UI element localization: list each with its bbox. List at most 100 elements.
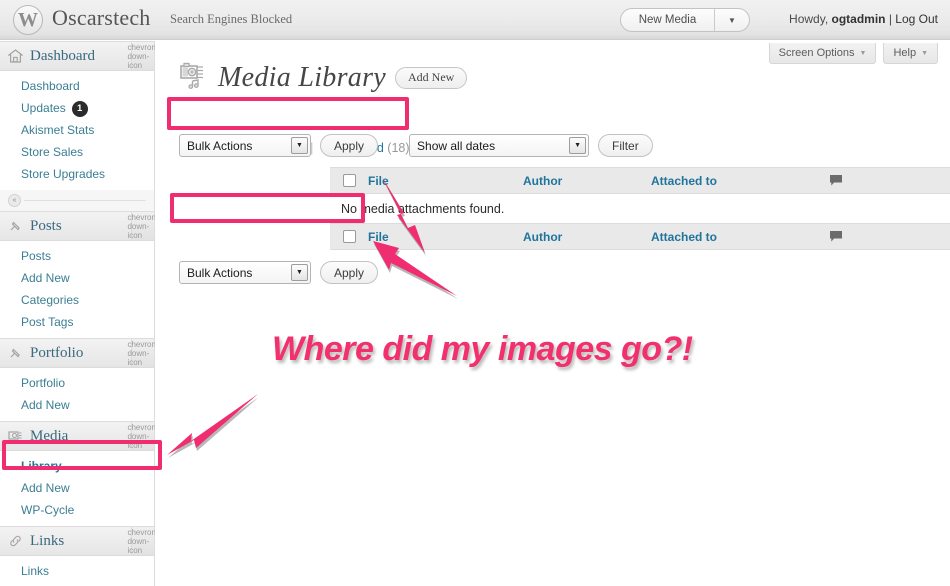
bulk-actions-select-bottom[interactable]: Bulk Actions ▼ xyxy=(179,261,311,284)
submenu-portfolio: Portfolio Add New xyxy=(0,368,155,421)
chevron-down-icon[interactable]: ▼ xyxy=(291,137,308,154)
label: Updates xyxy=(21,101,66,115)
bulk-actions-value: Bulk Actions xyxy=(187,138,253,153)
add-new-button[interactable]: Add New xyxy=(395,66,468,89)
new-media-button[interactable]: New Media ▼ xyxy=(620,8,750,32)
sidebar-item-dashboard[interactable]: Dashboard chevron-down-icon xyxy=(0,41,159,71)
sidebar-subitem-store-sales[interactable]: Store Sales xyxy=(0,141,154,163)
howdy-prefix: Howdy, xyxy=(789,12,832,26)
help-tab[interactable]: Help ▼ xyxy=(883,43,938,64)
chevron-down-icon[interactable]: ▼ xyxy=(569,137,587,154)
date-filter-select[interactable]: Show all dates ▼ xyxy=(409,134,590,157)
sidebar-subitem-library[interactable]: Library xyxy=(0,455,154,477)
sidebar-subitem-portfolio[interactable]: Portfolio xyxy=(0,372,154,394)
chevron-down-icon[interactable]: ▼ xyxy=(291,264,308,281)
column-footer-attached-to[interactable]: Attached to xyxy=(651,230,829,244)
chevron-down-icon[interactable]: ▼ xyxy=(715,16,749,25)
label: Akismet Stats xyxy=(21,123,95,137)
apply-button-top[interactable]: Apply xyxy=(320,134,379,157)
collapse-menu-row[interactable]: « xyxy=(0,190,155,211)
column-header-attached-to[interactable]: Attached to xyxy=(651,174,829,188)
portfolio-pin-icon xyxy=(0,346,30,360)
screen-options-tab[interactable]: Screen Options ▼ xyxy=(768,43,877,64)
chevron-down-icon: ▼ xyxy=(859,49,867,57)
column-header-author[interactable]: Author xyxy=(523,174,651,188)
menu-group-portfolio: Portfolio chevron-down-icon Portfolio Ad… xyxy=(0,338,159,421)
empty-message-row: No media attachments found. xyxy=(330,195,950,223)
howdy-separator: | xyxy=(885,12,896,26)
apply-button-bottom[interactable]: Apply xyxy=(320,261,379,284)
sidebar-item-media[interactable]: Media chevron-down-icon xyxy=(0,421,159,451)
sidebar-label-portfolio: Portfolio xyxy=(30,344,84,361)
bulk-actions-value: Bulk Actions xyxy=(187,265,253,280)
sidebar-subitem-updates[interactable]: Updates 1 xyxy=(0,97,154,119)
sidebar-subitem-post-tags[interactable]: Post Tags xyxy=(0,311,154,333)
wordpress-logo-icon[interactable]: W xyxy=(13,5,43,35)
label: WP-Cycle xyxy=(21,503,75,517)
callout-text: Where did my images go?! xyxy=(270,328,695,370)
select-all-checkbox[interactable] xyxy=(330,174,368,187)
search-engines-blocked-notice: Search Engines Blocked xyxy=(170,12,293,26)
empty-message-text: No media attachments found. xyxy=(341,202,505,216)
label: Add New xyxy=(21,398,70,412)
sidebar-subitem-posts[interactable]: Posts xyxy=(0,245,154,267)
dashboard-home-icon xyxy=(0,49,30,63)
sidebar-subitem-posts-add-new[interactable]: Add New xyxy=(0,267,154,289)
chevron-down-icon[interactable]: chevron-down-icon xyxy=(127,527,159,555)
chevron-down-icon[interactable]: chevron-down-icon xyxy=(127,339,159,367)
label: Categories xyxy=(21,293,80,307)
media-table: File Author Attached to Date ID xyxy=(330,167,950,194)
menu-group-media: Media chevron-down-icon Library Add New … xyxy=(0,421,159,526)
tablenav-top: Bulk Actions ▼ Apply Show all dates ▼ Fi… xyxy=(179,134,653,157)
media-table-footer: File Author Attached to Date ID xyxy=(330,223,950,250)
sidebar-subitem-categories[interactable]: Categories xyxy=(0,289,154,311)
sidebar-item-portfolio[interactable]: Portfolio chevron-down-icon xyxy=(0,338,159,368)
comment-bubble-icon[interactable] xyxy=(829,230,950,243)
sidebar-subitem-links-add-new[interactable]: Add New xyxy=(0,582,154,586)
select-all-checkbox-footer[interactable] xyxy=(330,230,368,243)
chevron-down-icon[interactable]: chevron-down-icon xyxy=(127,42,159,70)
sidebar-subitem-akismet-stats[interactable]: Akismet Stats xyxy=(0,119,154,141)
label: Add New xyxy=(21,481,70,495)
site-title[interactable]: Oscarstech xyxy=(52,5,151,31)
sidebar-subitem-store-upgrades[interactable]: Store Upgrades xyxy=(0,163,154,185)
sidebar-subitem-portfolio-add-new[interactable]: Add New xyxy=(0,394,154,416)
submenu-dashboard: Dashboard Updates 1 Akismet Stats Store S… xyxy=(0,71,155,190)
page-header: Media Library Add New xyxy=(179,61,468,94)
sidebar-subitem-links[interactable]: Links xyxy=(0,560,154,582)
menu-group-links: Links chevron-down-icon Links Add New xyxy=(0,526,159,586)
chevron-down-icon[interactable]: chevron-down-icon xyxy=(127,212,159,240)
label: Add New xyxy=(21,271,70,285)
chevron-down-icon: ▼ xyxy=(921,49,928,57)
collapse-menu-icon[interactable]: « xyxy=(8,194,21,207)
menu-group-dashboard: Dashboard chevron-down-icon Dashboard Up… xyxy=(0,41,159,211)
sidebar-subitem-dashboard[interactable]: Dashboard xyxy=(0,75,154,97)
sidebar-item-links[interactable]: Links chevron-down-icon xyxy=(0,526,159,556)
bulk-actions-select-top[interactable]: Bulk Actions ▼ xyxy=(179,134,311,157)
submenu-posts: Posts Add New Categories Post Tags xyxy=(0,241,155,338)
column-header-file[interactable]: File xyxy=(368,174,523,188)
label: Store Sales xyxy=(21,145,84,159)
sidebar-subitem-wp-cycle[interactable]: WP-Cycle xyxy=(0,499,154,521)
sidebar-item-posts[interactable]: Posts chevron-down-icon xyxy=(0,211,159,241)
help-label: Help xyxy=(893,47,917,59)
sidebar-label-media: Media xyxy=(30,427,69,444)
logout-link[interactable]: Log Out xyxy=(895,12,938,26)
label: Dashboard xyxy=(21,79,80,93)
admin-sidebar-menu: Dashboard chevron-down-icon Dashboard Up… xyxy=(0,41,159,586)
label: Store Upgrades xyxy=(21,167,106,181)
filter-button[interactable]: Filter xyxy=(598,134,653,157)
sidebar-subitem-media-add-new[interactable]: Add New xyxy=(0,477,154,499)
column-footer-author[interactable]: Author xyxy=(523,230,651,244)
posts-pin-icon xyxy=(0,219,30,233)
screen-meta-tabs: Screen Options ▼ Help ▼ xyxy=(768,43,938,64)
chevron-down-icon[interactable]: chevron-down-icon xyxy=(127,422,159,450)
comment-bubble-icon[interactable] xyxy=(829,174,950,187)
sidebar-label-links: Links xyxy=(30,532,65,549)
username-link[interactable]: ogtadmin xyxy=(832,12,886,26)
date-filter-value: Show all dates xyxy=(417,138,496,153)
wordpress-admin-screen: W Oscarstech Search Engines Blocked New … xyxy=(0,0,950,586)
media-camera-icon xyxy=(0,429,30,443)
sidebar-label-posts: Posts xyxy=(30,217,62,234)
column-footer-file[interactable]: File xyxy=(368,230,523,244)
